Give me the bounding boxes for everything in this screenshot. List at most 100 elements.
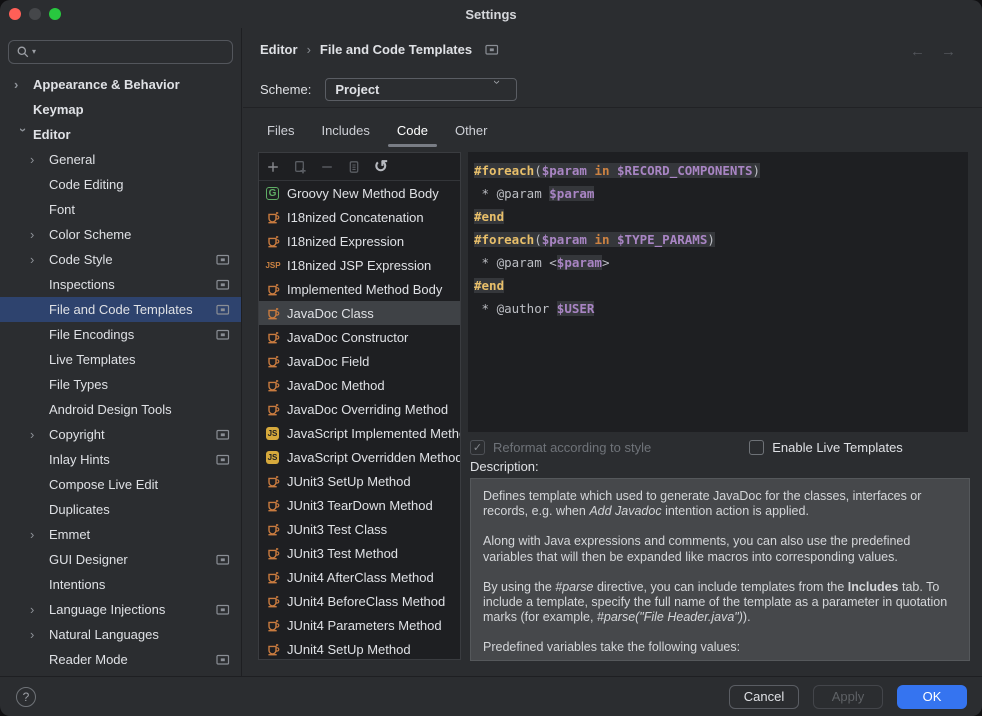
template-item-i18nized-concatenation[interactable]: I18nized Concatenation [259,205,460,229]
sidebar-item-duplicates[interactable]: Duplicates [0,497,241,522]
tab-files[interactable]: Files [267,108,294,152]
chevron-right-icon[interactable]: › [30,427,49,442]
template-item-javascript-overridden-method[interactable]: JSJavaScript Overridden Method [259,445,460,469]
sidebar-item-font[interactable]: Font [0,197,241,222]
template-editor[interactable]: #foreach($param in $RECORD_COMPONENTS) *… [468,152,968,432]
sidebar-item-color-scheme[interactable]: ›Color Scheme [0,222,241,247]
sidebar-item-natural-languages[interactable]: ›Natural Languages [0,622,241,647]
chevron-right-icon[interactable]: › [14,77,33,92]
sidebar-item-label: Copyright [49,427,105,442]
java-file-icon [265,617,281,633]
description-paragraph: Defines template which used to generate … [483,489,957,519]
template-item-i18nized-expression[interactable]: I18nized Expression [259,229,460,253]
sidebar-item-code-editing[interactable]: Code Editing [0,172,241,197]
sidebar-item-label: Font [49,202,75,217]
sidebar-item-intentions[interactable]: Intentions [0,572,241,597]
java-file-icon [265,641,281,657]
chevron-right-icon[interactable]: › [30,627,49,642]
template-item-javadoc-field[interactable]: JavaDoc Field [259,349,460,373]
template-item-implemented-method-body[interactable]: Implemented Method Body [259,277,460,301]
monitor-icon [216,304,230,316]
sidebar-item-code-style[interactable]: ›Code Style [0,247,241,272]
cancel-button[interactable]: Cancel [729,685,799,709]
monitor-icon [216,254,230,266]
copy-template-icon[interactable] [345,158,363,176]
sidebar-item-reader-mode[interactable]: Reader Mode [0,647,241,672]
scheme-select[interactable]: Project › [325,78,517,101]
sidebar-item-editor[interactable]: ›Editor [0,122,241,147]
template-item-javadoc-class[interactable]: JavaDoc Class [259,301,460,325]
sidebar-item-label: Emmet [49,527,90,542]
sidebar-item-emmet[interactable]: ›Emmet [0,522,241,547]
revert-template-icon[interactable]: ↺ [372,158,390,176]
tab-other[interactable]: Other [455,108,488,152]
sidebar-item-compose-live-edit[interactable]: Compose Live Edit [0,472,241,497]
java-file-icon [265,473,281,489]
sidebar-item-inspections[interactable]: Inspections [0,272,241,297]
template-item-label: JUnit3 SetUp Method [287,474,411,489]
zoom-window-icon[interactable] [49,8,61,20]
chevron-down-icon[interactable]: › [16,128,31,147]
monitor-icon [216,429,230,441]
template-item-junit4-setup-method[interactable]: JUnit4 SetUp Method [259,637,460,660]
sidebar-item-appearance-behavior[interactable]: ›Appearance & Behavior [0,72,241,97]
template-item-groovy-new-method-body[interactable]: GGroovy New Method Body [259,181,460,205]
checkbox-unchecked-icon[interactable] [749,440,764,455]
java-file-icon [265,401,281,417]
forward-arrow-icon[interactable]: → [941,43,956,60]
help-button[interactable]: ? [16,687,36,707]
sidebar-item-inlay-hints[interactable]: Inlay Hints [0,447,241,472]
chevron-right-icon[interactable]: › [30,227,49,242]
template-item-junit3-test-class[interactable]: JUnit3 Test Class [259,517,460,541]
sidebar-item-general[interactable]: ›General [0,147,241,172]
template-item-junit4-afterclass-method[interactable]: JUnit4 AfterClass Method [259,565,460,589]
java-file-icon [265,353,281,369]
ok-button[interactable]: OK [897,685,967,709]
sidebar-item-file-encodings[interactable]: File Encodings [0,322,241,347]
template-item-junit3-teardown-method[interactable]: JUnit3 TearDown Method [259,493,460,517]
sidebar-item-language-injections[interactable]: ›Language Injections [0,597,241,622]
search-input[interactable]: ▾ [8,40,233,64]
template-item-junit3-setup-method[interactable]: JUnit3 SetUp Method [259,469,460,493]
add-template-icon[interactable] [264,158,282,176]
chevron-right-icon[interactable]: › [30,252,49,267]
chevron-right-icon[interactable]: › [30,602,49,617]
template-item-javadoc-method[interactable]: JavaDoc Method [259,373,460,397]
java-file-icon [265,377,281,393]
sidebar-item-label: File Types [49,377,108,392]
breadcrumb-editor[interactable]: Editor [260,42,298,57]
sidebar-item-keymap[interactable]: Keymap [0,97,241,122]
window-title: Settings [465,7,516,22]
enable-live-templates-checkbox[interactable]: Enable Live Templates [749,440,903,455]
close-window-icon[interactable] [9,8,21,20]
tab-code[interactable]: Code [397,108,428,152]
template-item-junit3-test-method[interactable]: JUnit3 Test Method [259,541,460,565]
template-item-junit4-beforeclass-method[interactable]: JUnit4 BeforeClass Method [259,589,460,613]
sidebar-item-copyright[interactable]: ›Copyright [0,422,241,447]
template-item-javadoc-constructor[interactable]: JavaDoc Constructor [259,325,460,349]
chevron-right-icon[interactable]: › [30,527,49,542]
sidebar-item-gui-designer[interactable]: GUI Designer [0,547,241,572]
tab-includes[interactable]: Includes [321,108,369,152]
settings-dialog: Settings ▾ ›Appearance & BehaviorKeymap›… [0,0,982,716]
template-item-javadoc-overriding-method[interactable]: JavaDoc Overriding Method [259,397,460,421]
sidebar-item-label: Android Design Tools [49,402,172,417]
sidebar-item-file-types[interactable]: File Types [0,372,241,397]
live-templates-label: Enable Live Templates [772,440,903,455]
remove-template-icon[interactable] [318,158,336,176]
create-from-template-icon[interactable] [291,158,309,176]
sidebar-item-file-and-code-templates[interactable]: File and Code Templates [0,297,241,322]
bottom-bar: ? Cancel Apply OK [0,676,982,716]
template-item-junit4-parameters-method[interactable]: JUnit4 Parameters Method [259,613,460,637]
template-item-label: I18nized Expression [287,234,404,249]
sidebar-item-android-design-tools[interactable]: Android Design Tools [0,397,241,422]
sidebar-item-label: Editor [33,127,71,142]
back-arrow-icon[interactable]: ← [910,43,925,60]
chevron-right-icon[interactable]: › [30,152,49,167]
template-item-i18nized-jsp-expression[interactable]: JSPI18nized JSP Expression [259,253,460,277]
java-file-icon [265,593,281,609]
reformat-checkbox: ✓ Reformat according to style [470,440,651,455]
template-item-label: Implemented Method Body [287,282,442,297]
sidebar-item-live-templates[interactable]: Live Templates [0,347,241,372]
template-item-javascript-implemented-method[interactable]: JSJavaScript Implemented Method [259,421,460,445]
